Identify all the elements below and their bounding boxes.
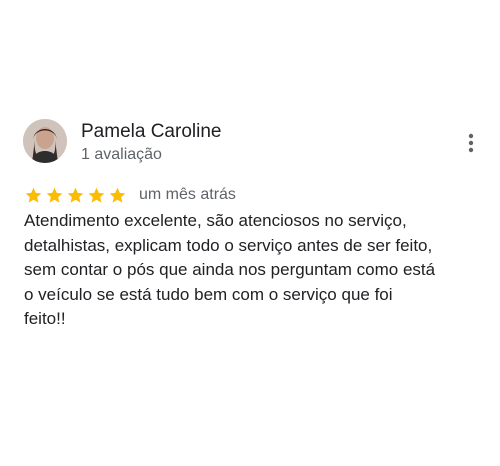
more-options-button[interactable]: [460, 130, 482, 156]
star-icon: [87, 186, 106, 205]
star-icon: [108, 186, 127, 205]
review-date: um mês atrás: [139, 186, 236, 203]
review-text-line: sem contar o pós que ainda nos perguntam…: [24, 260, 436, 279]
reviewer-name[interactable]: Pamela Caroline: [81, 121, 221, 143]
rating-row: um mês atrás: [24, 184, 236, 206]
reviewer-review-count: 1 avaliação: [81, 146, 162, 163]
star-icon: [45, 186, 64, 205]
review-card: Pamela Caroline 1 avaliação um mês atrás…: [0, 0, 500, 466]
review-text: Atendimento excelente, são atenciosos no…: [24, 209, 494, 332]
review-text-line: o veículo se está tudo bem com o serviço…: [24, 284, 393, 304]
review-text-line: feito!!: [24, 309, 66, 328]
star-rating: [24, 186, 127, 205]
avatar-image: [23, 119, 67, 163]
avatar[interactable]: [23, 119, 67, 163]
star-icon: [66, 186, 85, 205]
star-icon: [24, 186, 43, 205]
more-vertical-icon: [468, 133, 474, 153]
review-text-line: Atendimento excelente, são atenciosos no…: [24, 211, 407, 230]
review-text-line: detalhistas, explicam todo o serviço ant…: [24, 235, 433, 255]
